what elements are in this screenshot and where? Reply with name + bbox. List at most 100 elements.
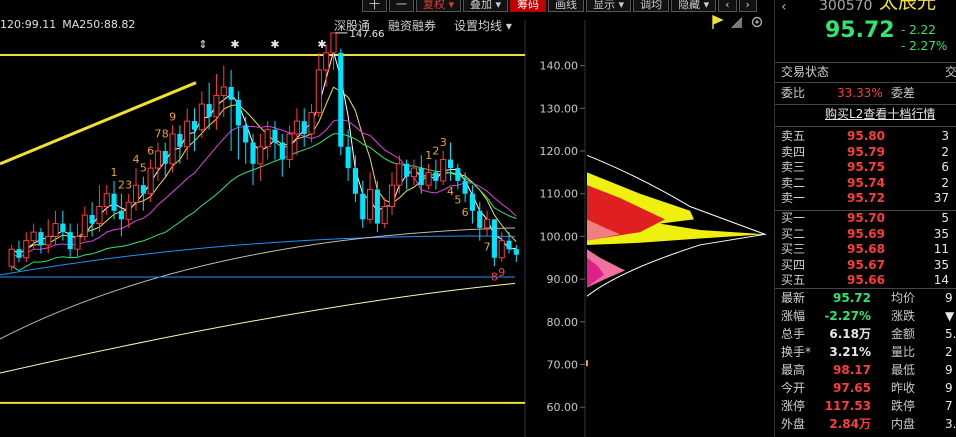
event-mark-icon: ⇕ [198,38,207,51]
candle-body [404,163,410,177]
candle-body [213,95,220,118]
candle-body [491,219,497,258]
stat-value: ▼ [945,309,955,323]
adjust-dropdown[interactable]: 复权 ▾ [416,0,462,12]
ask-label: 卖五 [781,129,806,143]
zoom-in-button[interactable]: 十 [362,0,387,12]
back-icon[interactable]: ‹ [781,0,787,16]
stat-row: 换手* 3.21% 量比 2 [775,344,956,361]
td-count-label: 4 [447,185,454,198]
td-count-label: 7 [154,127,161,140]
stat-row: 外盘 2.84万 内盘 3. [775,416,956,433]
candle-body [272,129,278,143]
ask-label: 卖一 [781,191,806,205]
ask-volume: 6 [941,160,949,174]
bid-row[interactable]: 买一 95.70 5 [775,210,956,227]
y-tick-label: 120.00 [540,145,579,158]
stat-value: 7 [945,399,953,413]
ma-legend: 120:99.11 MA250:88.82 [0,18,135,31]
bid-row[interactable]: 买四 95.67 35 [775,257,956,274]
stat-label: 量比 [891,345,916,359]
ask-row[interactable]: 卖四 95.79 2 [775,144,956,161]
td-count-label: 3 [440,136,447,149]
next-button[interactable]: › [738,0,757,12]
bid-row[interactable]: 买五 95.66 14 [775,272,956,289]
stat-value: 3.21% [829,345,871,359]
candle-body [366,188,374,220]
ask-row[interactable]: 卖三 95.75 6 [775,159,956,176]
candle-body [16,249,22,258]
stat-value: 97.65 [833,381,871,395]
bid-label: 买四 [781,257,806,272]
candle-body [125,201,132,220]
candle-body [147,167,154,195]
gear-icon[interactable] [750,14,764,30]
td-count-label: 5 [454,193,461,206]
ma60-line [11,133,517,272]
ask-row[interactable]: 卖五 95.80 3 [775,128,956,145]
candle-body [45,235,52,246]
ask-row[interactable]: 卖二 95.74 2 [775,175,956,192]
chip-flag-icon[interactable] [710,14,724,30]
candle-body [140,185,146,194]
zoom-out-button[interactable]: 一 [389,0,414,12]
candle-body [506,240,512,250]
stat-label: 内盘 [891,417,916,431]
td-count-label: 6 [462,206,469,219]
stat-value: 5. [945,327,956,341]
event-mark-icon: ✱ [317,38,326,51]
candle-body [96,206,103,225]
divider [775,126,956,127]
margin-trading-link[interactable]: 融资融券 [388,17,436,34]
candle-body [184,120,191,148]
price-change: - 2.22 [901,23,936,37]
candle-body [198,103,205,131]
candle-body [498,240,505,259]
chip-button[interactable]: 筹码 [510,0,547,12]
kline-chart-area[interactable]: 140.00 130.00 120.00 110.00 100.00 90.00 80.00… [0,0,774,437]
bid-price: 95.66 [847,273,885,287]
draw-line-button[interactable]: 画线 [548,0,585,12]
candle-body [264,129,271,148]
bid-row[interactable]: 买三 95.68 11 [775,241,956,258]
divider [775,62,956,63]
stock-code: 300570 [819,0,873,14]
candle-body [418,168,424,186]
stat-label: 最新 [781,291,806,305]
candle-body [374,189,380,224]
stat-value: 2.84万 [829,417,871,431]
stock-name: 太辰光 [879,0,937,13]
bid-label: 买五 [781,273,806,287]
candle-body [396,163,403,186]
candle-body [257,146,264,165]
bid-row[interactable]: 买二 95.69 35 [775,226,956,243]
shenzhen-connect-link[interactable]: 深股通 [334,17,370,34]
chip-split-icon[interactable] [730,14,744,30]
y-tick-label: 90.00 [547,273,579,286]
ma-settings-link[interactable]: 设置均线 ▾ [454,17,512,34]
display-dropdown[interactable]: 显示 ▾ [586,0,632,12]
td-count-label: 6 [147,145,154,158]
kline-chart[interactable]: 140.00 130.00 120.00 110.00 100.00 90.00 80.00… [0,0,774,437]
stat-label: 总手 [781,327,806,341]
candle-body [154,150,162,169]
candle-body [513,249,519,255]
divider [775,288,956,289]
ma-adjust-button[interactable]: 调均 [633,0,670,12]
l2-link[interactable]: 购买L2查看十档行情 [825,106,935,123]
candle-body [455,168,461,181]
ask-row[interactable]: 卖一 95.72 37 [775,190,956,207]
candle-body [60,223,66,233]
ask-label: 卖四 [781,144,806,159]
candle-body [345,146,351,169]
overlay-dropdown[interactable]: 叠加 ▾ [463,0,509,12]
candle-body [235,99,241,126]
stat-label: 最高 [781,363,806,377]
stat-row: 总手 6.18万 金额 5. [775,326,956,343]
prev-button[interactable]: ‹ [718,0,737,12]
stat-row: 最高 98.17 最低 9 [775,362,956,379]
stat-label: 涨停 [781,399,806,413]
y-tick-label: 70.00 [547,358,579,371]
y-tick-label: 110.00 [540,188,579,201]
hide-dropdown[interactable]: 隐藏 ▾ [671,0,717,12]
